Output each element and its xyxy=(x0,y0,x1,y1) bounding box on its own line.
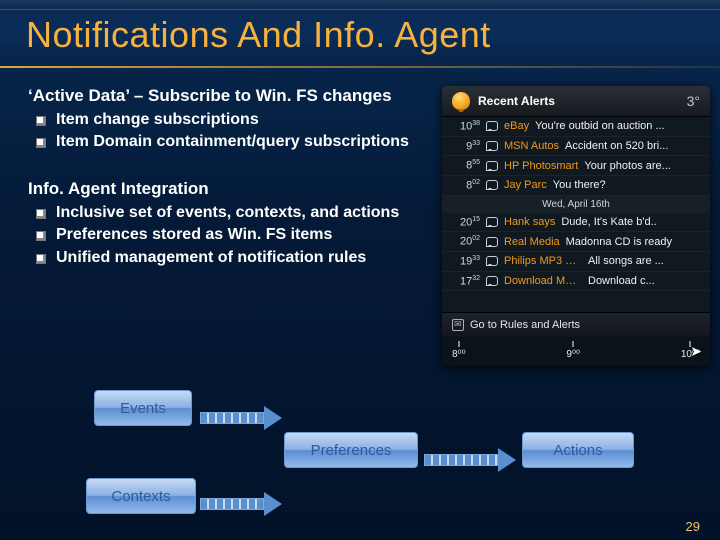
alerts-list: 1038 eBay You're outbid on auction ... 9… xyxy=(442,117,710,312)
alert-time: 933 xyxy=(450,140,480,153)
body-content: ‘Active Data’ – Subscribe to Win. FS cha… xyxy=(28,86,423,270)
recent-alerts-panel: Recent Alerts 3° 1038 eBay You're outbid… xyxy=(442,86,710,366)
list-item: Item Domain containment/query subscripti… xyxy=(56,132,423,152)
alert-source: Real Media xyxy=(504,236,560,248)
alert-time: 2002 xyxy=(450,235,480,248)
diagram-actions-box: Actions xyxy=(522,432,634,468)
alert-source: Jay Parc xyxy=(504,179,547,191)
diagram-events-box: Events xyxy=(94,390,192,426)
alert-message: Your photos are... xyxy=(584,160,702,172)
alert-time: 1732 xyxy=(450,275,480,288)
bubble-icon xyxy=(486,276,498,286)
section1-list: Item change subscriptions Item Domain co… xyxy=(56,110,423,153)
bubble-icon xyxy=(486,180,498,190)
top-stripe xyxy=(0,0,720,10)
alert-message: All songs are ... xyxy=(588,255,702,267)
time-axis: 8⁰⁰ 9⁰⁰ 10⁰⁰ ➤ xyxy=(442,337,710,366)
diagram-contexts-box: Contexts xyxy=(86,478,196,514)
list-item: Preferences stored as Win. FS items xyxy=(56,225,423,245)
alert-source: Philips MP3 player xyxy=(504,255,582,267)
alert-message: Madonna CD is ready xyxy=(566,236,702,248)
alert-message: Accident on 520 bri... xyxy=(565,140,702,152)
panel-footer-text: Go to Rules and Alerts xyxy=(470,319,580,331)
alert-time: 1933 xyxy=(450,255,480,268)
section2-list: Inclusive set of events, contexts, and a… xyxy=(56,203,423,268)
temperature: 3° xyxy=(687,93,700,109)
time-tick: 9⁰⁰ xyxy=(566,341,580,360)
bell-icon xyxy=(452,92,470,110)
alert-time: 802 xyxy=(450,179,480,192)
page-number: 29 xyxy=(686,519,700,534)
title-underline xyxy=(0,66,720,68)
alert-message: You there? xyxy=(553,179,702,191)
bubble-icon xyxy=(486,217,498,227)
alert-row: 1732 Download Manager Download c... xyxy=(442,272,710,292)
alert-message: Dude, It's Kate b'd.. xyxy=(561,216,702,228)
bubble-icon xyxy=(486,121,498,131)
alert-row: 1933 Philips MP3 player All songs are ..… xyxy=(442,252,710,272)
cursor-icon: ➤ xyxy=(690,343,702,360)
alert-message: Download c... xyxy=(588,275,702,287)
section2-heading: Info. Agent Integration xyxy=(28,179,423,199)
section1-heading: ‘Active Data’ – Subscribe to Win. FS cha… xyxy=(28,86,423,106)
alert-source: Hank says xyxy=(504,216,555,228)
alert-source: HP Photosmart xyxy=(504,160,578,172)
alert-source: eBay xyxy=(504,120,529,132)
alert-row: 855 HP Photosmart Your photos are... xyxy=(442,156,710,176)
bubble-icon xyxy=(486,237,498,247)
bubble-icon xyxy=(486,141,498,151)
panel-title: Recent Alerts xyxy=(478,94,679,108)
bubble-icon xyxy=(486,256,498,266)
alert-row: 802 Jay Parc You there? xyxy=(442,176,710,196)
panel-header: Recent Alerts 3° xyxy=(442,86,710,117)
alert-message: You're outbid on auction ... xyxy=(535,120,702,132)
time-tick: 8⁰⁰ xyxy=(452,341,466,360)
alert-source: MSN Autos xyxy=(504,140,559,152)
alert-source: Download Manager xyxy=(504,275,582,287)
alert-row: 2015 Hank says Dude, It's Kate b'd.. xyxy=(442,213,710,233)
diagram-preferences-box: Preferences xyxy=(284,432,418,468)
panel-footer: Go to Rules and Alerts xyxy=(442,312,710,337)
list-item: Inclusive set of events, contexts, and a… xyxy=(56,203,423,223)
alert-row: 2002 Real Media Madonna CD is ready xyxy=(442,232,710,252)
list-item: Unified management of notification rules xyxy=(56,248,423,268)
day-divider: Wed, April 16th xyxy=(442,196,710,213)
bubble-icon xyxy=(486,161,498,171)
alert-time: 2015 xyxy=(450,216,480,229)
alert-row: 933 MSN Autos Accident on 520 bri... xyxy=(442,137,710,157)
alert-time: 855 xyxy=(450,159,480,172)
rules-icon xyxy=(452,319,464,331)
list-item: Item change subscriptions xyxy=(56,110,423,130)
alert-time: 1038 xyxy=(450,120,480,133)
alert-row: 1038 eBay You're outbid on auction ... xyxy=(442,117,710,137)
